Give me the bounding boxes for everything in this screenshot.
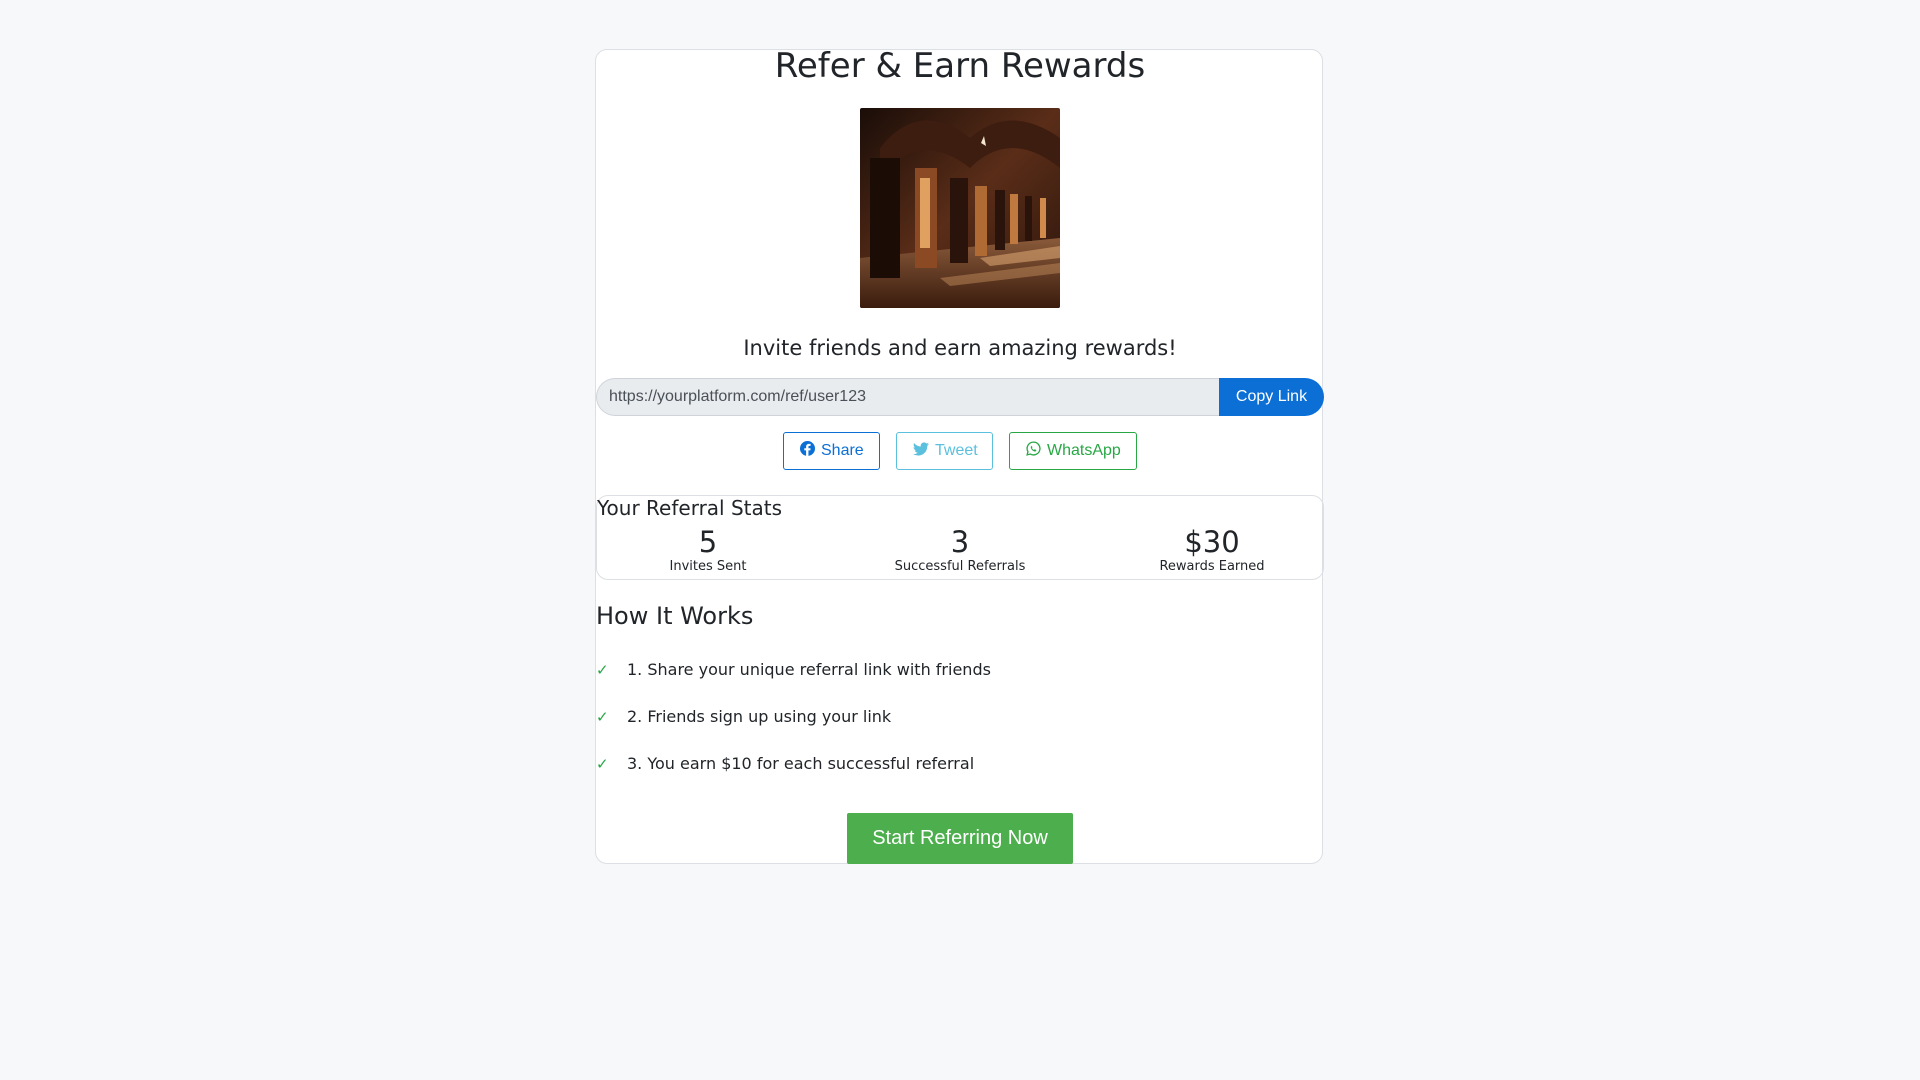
facebook-share-button[interactable]: Share [783, 432, 880, 470]
stat-value: 5 [698, 525, 718, 559]
share-buttons: Share Tweet WhatsApp [0, 432, 1920, 470]
twitter-icon [913, 441, 929, 461]
stat-label: Rewards Earned [1159, 559, 1265, 574]
page-title: Refer & Earn Rewards [774, 46, 1146, 86]
referral-link-input[interactable] [596, 378, 1219, 416]
twitter-share-label: Tweet [935, 442, 978, 459]
step-item: ✓ 2. Friends sign up using your link [596, 703, 991, 750]
stat-rewards-earned: $30 Rewards Earned [1102, 525, 1322, 575]
stats-title: Your Referral Stats [597, 496, 783, 520]
referral-stats-panel: Your Referral Stats 5 Invites Sent 3 Suc… [596, 495, 1324, 580]
checkmark-icon: ✓ [596, 755, 609, 773]
stat-label: Invites Sent [669, 559, 747, 574]
copy-link-button[interactable]: Copy Link [1219, 378, 1324, 416]
how-it-works-title: How It Works [596, 602, 754, 630]
twitter-share-button[interactable]: Tweet [896, 432, 993, 470]
whatsapp-share-button[interactable]: WhatsApp [1009, 432, 1137, 470]
stat-value: $30 [1184, 525, 1240, 559]
whatsapp-icon [1026, 441, 1041, 461]
step-text: 1. Share your unique referral link with … [627, 660, 991, 679]
facebook-icon [800, 441, 815, 461]
step-item: ✓ 1. Share your unique referral link wit… [596, 656, 991, 703]
step-text: 2. Friends sign up using your link [627, 707, 892, 726]
how-it-works-steps: ✓ 1. Share your unique referral link wit… [596, 656, 991, 797]
stat-successful-referrals: 3 Successful Referrals [850, 525, 1070, 575]
facebook-share-label: Share [821, 442, 864, 459]
stat-label: Successful Referrals [894, 559, 1026, 574]
checkmark-icon: ✓ [596, 708, 609, 726]
start-referring-button[interactable]: Start Referring Now [847, 813, 1073, 864]
stat-invites-sent: 5 Invites Sent [598, 525, 818, 575]
step-text: 3. You earn $10 for each successful refe… [627, 754, 975, 773]
step-item: ✓ 3. You earn $10 for each successful re… [596, 750, 991, 797]
page-subtitle: Invite friends and earn amazing rewards! [743, 336, 1177, 360]
referral-link-group: Copy Link [596, 378, 1324, 416]
hero-image [860, 108, 1060, 308]
whatsapp-share-label: WhatsApp [1047, 442, 1121, 459]
checkmark-icon: ✓ [596, 661, 609, 679]
stat-value: 3 [950, 525, 970, 559]
